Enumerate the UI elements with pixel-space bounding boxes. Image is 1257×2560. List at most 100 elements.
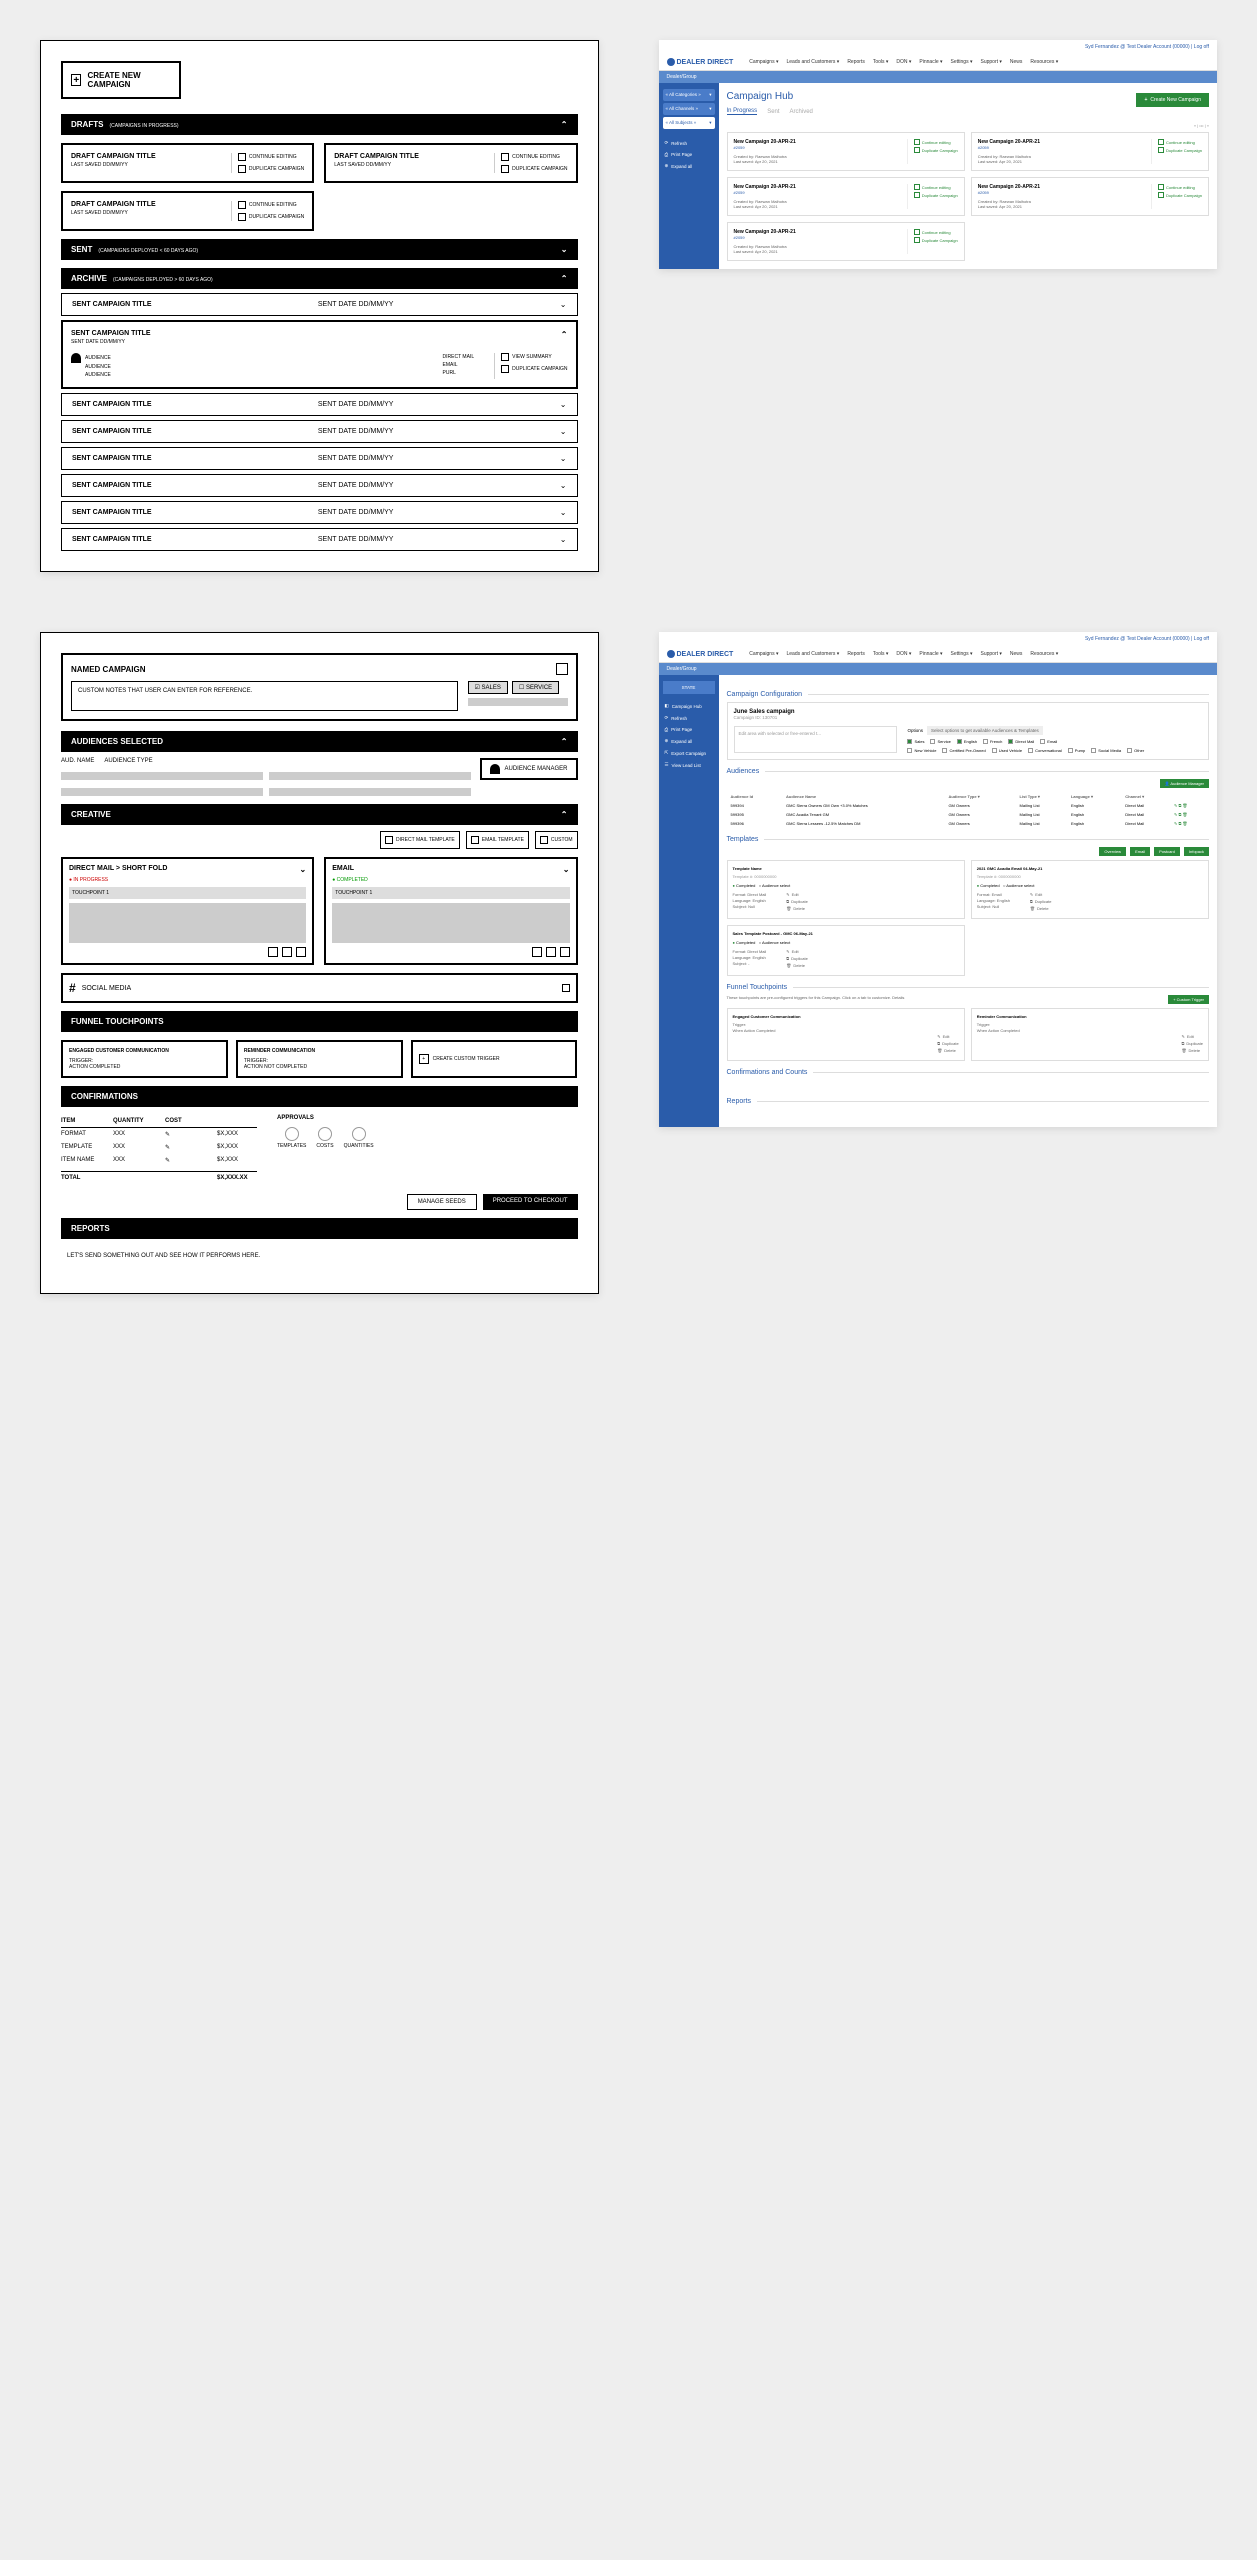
tab-archived[interactable]: Archived	[790, 109, 813, 115]
nav-item[interactable]: News	[1010, 59, 1023, 65]
notes-input[interactable]: Edit area with selected or free-entered …	[734, 726, 898, 753]
sent-row[interactable]: SENT CAMPAIGN TITLESENT DATE DD/MM/YY⌄	[61, 293, 578, 316]
hash-icon: #	[69, 981, 76, 995]
sent-row[interactable]: SENT CAMPAIGN TITLESENT DATE DD/MM/YY⌄	[61, 393, 578, 416]
tab-in-progress[interactable]: In Progress	[727, 108, 758, 115]
continue-editing-action[interactable]: CONTINUE EDITING	[238, 153, 304, 161]
sidebar-hub[interactable]: ◧ Campaign Hub	[663, 700, 715, 712]
audiences-header[interactable]: AUDIENCES SELECTED⌃	[61, 731, 578, 752]
sent-row[interactable]: SENT CAMPAIGN TITLESENT DATE DD/MM/YY⌄	[61, 447, 578, 470]
filter-subjects[interactable]: « All Subjects »▾	[663, 117, 715, 129]
nav-item[interactable]: Resources ▾	[1030, 59, 1058, 65]
nav-item[interactable]: Settings ▾	[951, 59, 973, 65]
wireframe-campaign-hub: + CREATE NEW CAMPAIGN DRAFTS(CAMPAIGNS I…	[40, 40, 599, 572]
reminder-trigger-card: REMINDER COMMUNICATIONTRIGGER:ACTION NOT…	[236, 1040, 403, 1078]
wireframe-campaign-config: NAMED CAMPAIGN CUSTOM NOTES THAT USER CA…	[40, 632, 599, 1294]
nav-item[interactable]: Campaigns ▾	[749, 59, 778, 65]
campaign-card[interactable]: New Campaign 20-APR-21#2059Created by: R…	[971, 132, 1209, 171]
drafts-header[interactable]: DRAFTS(CAMPAIGNS IN PROGRESS) ⌃	[61, 114, 578, 135]
chevron-down-icon: ⌄	[561, 245, 568, 254]
draft-card[interactable]: DRAFT CAMPAIGN TITLELAST SAVED DD/MM/YY …	[61, 143, 314, 183]
postcard-button[interactable]: Postcard	[1154, 847, 1180, 856]
email-creative-card: EMAIL⌄ ● COMPLETED TOUCHPOINT 1	[324, 857, 577, 965]
campaign-name-label: NAMED CAMPAIGN	[71, 665, 146, 674]
create-trigger-button[interactable]: +CREATE CUSTOM TRIGGER	[411, 1040, 578, 1078]
tab-sent[interactable]: Sent	[767, 109, 779, 115]
nav-item[interactable]: Reports	[847, 59, 865, 65]
email-button[interactable]: Email	[1130, 847, 1150, 856]
continue-editing[interactable]: Continue editing	[914, 139, 958, 145]
sent-row-expanded: SENT CAMPAIGN TITLE⌃ SENT DATE DD/MM/YY …	[61, 320, 578, 389]
main-nav: DEALER DIRECT Campaigns ▾ Leads and Cust…	[659, 54, 1218, 71]
app-campaign-config: Syd Fernandez @ Test Dealer Account (000…	[659, 632, 1218, 1127]
cost-table: ITEMQUANTITYCOST FORMATXXX✎$X,XXX TEMPLA…	[61, 1115, 257, 1184]
engaged-trigger-card: ENGAGED CUSTOMER COMMUNICATIONTRIGGER:AC…	[61, 1040, 228, 1078]
sent-row[interactable]: SENT CAMPAIGN TITLESENT DATE DD/MM/YY⌄	[61, 420, 578, 443]
trigger-card: Engaged Customer CommunicationTrigger:Wh…	[727, 1008, 965, 1061]
template-card: 2021 GMC Acadia Email 04-May-21Template …	[971, 860, 1209, 919]
filter-channels[interactable]: « All Channels »▾	[663, 103, 715, 115]
edit-icon[interactable]	[556, 663, 568, 675]
creative-header[interactable]: CREATIVE⌃	[61, 804, 578, 825]
thumbnail	[69, 903, 306, 943]
config-header: Campaign Configuration	[727, 691, 1210, 698]
custom-button[interactable]: CUSTOM	[535, 831, 578, 849]
create-campaign-label: CREATE NEW CAMPAIGN	[87, 71, 171, 89]
nav-item[interactable]: Pinnacle ▾	[919, 59, 942, 65]
nav-item[interactable]: Leads and Customers ▾	[786, 59, 839, 65]
campaign-card[interactable]: New Campaign 20-APR-21#2059Created by: R…	[971, 177, 1209, 216]
sidebar: « All Categories »▾ « All Channels »▾ « …	[659, 83, 719, 269]
create-campaign-button[interactable]: + CREATE NEW CAMPAIGN	[61, 61, 181, 99]
view-summary-action[interactable]: VIEW SUMMARY	[501, 353, 567, 361]
sent-row[interactable]: SENT CAMPAIGN TITLESENT DATE DD/MM/YY⌄	[61, 501, 578, 524]
service-checkbox[interactable]: ☐ SERVICE	[512, 681, 559, 694]
duplicate-action[interactable]: DUPLICATE CAMPAIGN	[501, 365, 567, 373]
infopack-button[interactable]: Infopack	[1184, 847, 1209, 856]
campaign-card[interactable]: New Campaign 20-APR-21#2059Created by: R…	[727, 132, 965, 171]
funnel-header[interactable]: FUNNEL TOUCHPOINTS	[61, 1011, 578, 1032]
sent-header[interactable]: SENT(CAMPAIGNS DEPLOYED < 60 DAYS AGO) ⌄	[61, 239, 578, 260]
duplicate[interactable]: Duplicate Campaign	[914, 147, 958, 153]
reports-header[interactable]: REPORTS	[61, 1218, 578, 1239]
draft-card[interactable]: DRAFT CAMPAIGN TITLELAST SAVED DD/MM/YY …	[61, 191, 314, 231]
duplicate-icon	[238, 165, 246, 173]
duplicate-action[interactable]: DUPLICATE CAMPAIGN	[238, 165, 304, 173]
sales-checkbox[interactable]: ☑ SALES	[468, 681, 508, 694]
email-template-button[interactable]: EMAIL TEMPLATE	[466, 831, 529, 849]
x-icon	[318, 1127, 332, 1141]
audience-manager-button[interactable]: 👤 Audience Manager	[1160, 779, 1209, 788]
pager[interactable]: « | ••• | »	[727, 123, 1210, 128]
filter-categories[interactable]: « All Categories »▾	[663, 89, 715, 101]
draft-card[interactable]: DRAFT CAMPAIGN TITLELAST SAVED DD/MM/YY …	[324, 143, 577, 183]
sent-row[interactable]: SENT CAMPAIGN TITLESENT DATE DD/MM/YY⌄	[61, 474, 578, 497]
confirmations-header[interactable]: CONFIRMATIONS	[61, 1086, 578, 1107]
delete-icon[interactable]	[296, 947, 306, 957]
sidebar-expand[interactable]: ⊕ Expand all	[663, 160, 715, 172]
sidebar-refresh[interactable]: ⟳ Refresh	[663, 137, 715, 149]
notes-input[interactable]: CUSTOM NOTES THAT USER CAN ENTER FOR REF…	[71, 681, 458, 711]
share-icon	[501, 353, 509, 361]
custom-trigger-button[interactable]: + Custom Trigger	[1168, 995, 1209, 1004]
dm-template-button[interactable]: DIRECT MAIL TEMPLATE	[380, 831, 460, 849]
campaign-card[interactable]: New Campaign 20-APR-21#2059Created by: R…	[727, 177, 965, 216]
duplicate-icon[interactable]	[282, 947, 292, 957]
social-media-row[interactable]: #SOCIAL MEDIA	[61, 973, 578, 1003]
user-bar: Syd Fernandez @ Test Dealer Account (000…	[659, 40, 1218, 54]
sidebar-print[interactable]: ⎙ Print Page	[663, 149, 715, 160]
status-completed: ● COMPLETED	[332, 877, 569, 883]
nav-item[interactable]: Tools ▾	[873, 59, 889, 65]
create-campaign-button[interactable]: Create New Campaign	[1136, 93, 1209, 107]
checkout-button[interactable]: PROCEED TO CHECKOUT	[483, 1194, 578, 1210]
reports-empty: LET'S SEND SOMETHING OUT AND SEE HOW IT …	[61, 1239, 578, 1273]
table-row: 599395GMC Acadia Tenant GMGM OwnersMaili…	[727, 810, 1210, 819]
nav-item[interactable]: DON ▾	[896, 59, 911, 65]
sent-row[interactable]: SENT CAMPAIGN TITLESENT DATE DD/MM/YY⌄	[61, 528, 578, 551]
archive-header[interactable]: ARCHIVE(CAMPAIGNS DEPLOYED > 60 DAYS AGO…	[61, 268, 578, 289]
nav-item[interactable]: Support ▾	[980, 59, 1001, 65]
edit-icon[interactable]	[268, 947, 278, 957]
campaign-card[interactable]: New Campaign 20-APR-21#2059Created by: R…	[727, 222, 965, 261]
dm-creative-card: DIRECT MAIL > SHORT FOLD⌄ ● IN PROGRESS …	[61, 857, 314, 965]
audience-manager-button[interactable]: AUDIENCE MANAGER	[480, 758, 577, 780]
overview-button[interactable]: Overview	[1099, 847, 1126, 856]
manage-seeds-button[interactable]: MANAGE SEEDS	[407, 1194, 477, 1210]
